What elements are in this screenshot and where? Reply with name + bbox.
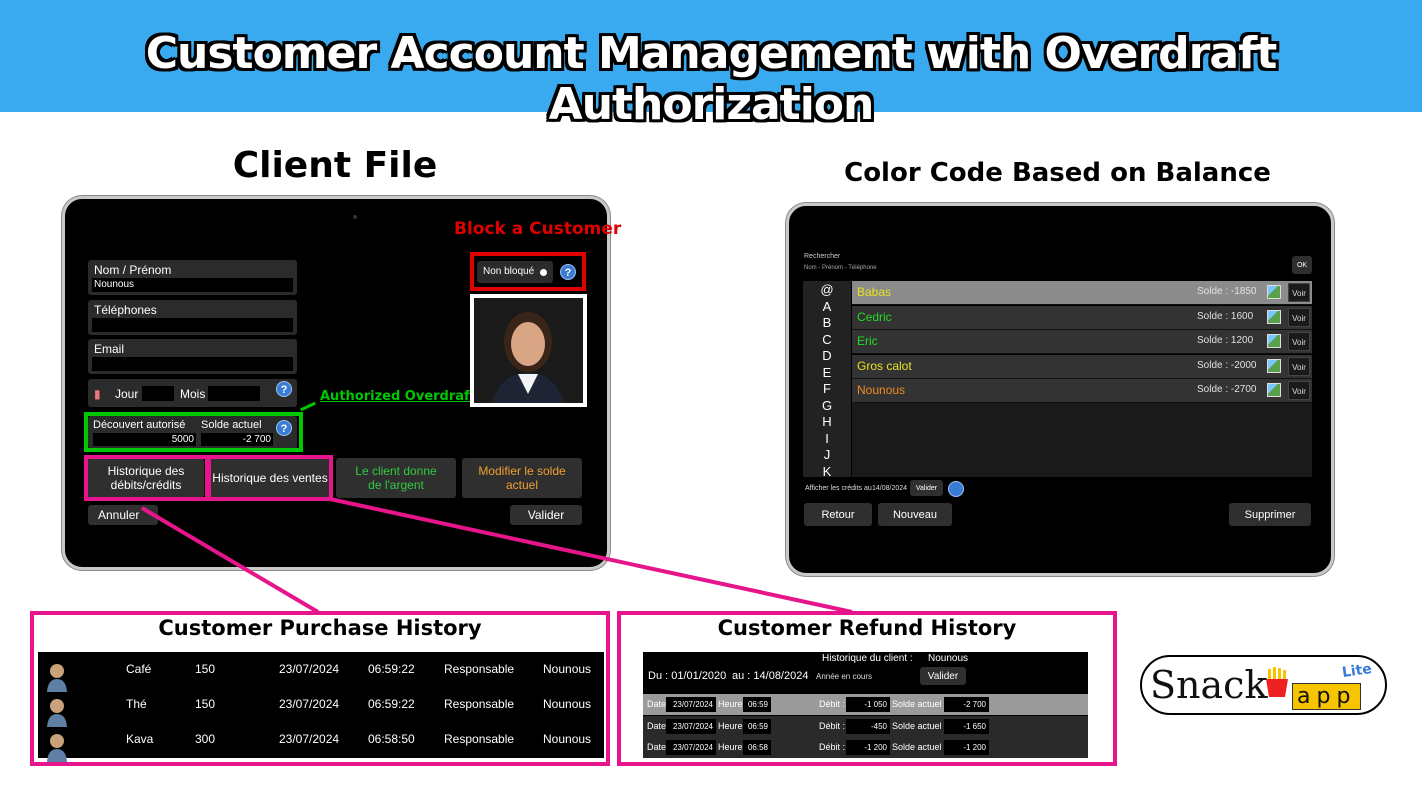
purchase-time: 06:59:22 (368, 662, 415, 676)
refund-debit: -450 (846, 718, 890, 734)
refund-validate-button[interactable]: Valider (920, 667, 966, 685)
refund-debit-label: Débit : (819, 742, 846, 752)
refund-time-label: Heure (718, 699, 743, 709)
snackapp-logo: Snack app Lite (1140, 655, 1387, 715)
purchase-role: Responsable (444, 662, 515, 676)
refund-debit: -1 050 (846, 697, 890, 712)
purchase-item: Thé (126, 697, 147, 711)
refund-time-label: Heure (718, 742, 743, 752)
refund-date: 23/07/2024 (666, 740, 716, 755)
refund-date: 23/07/2024 (666, 697, 716, 712)
refund-balance: -1 200 (944, 740, 989, 755)
purchase-client: Nounous (543, 732, 592, 746)
purchase-client: Nounous (543, 697, 592, 711)
refund-balance-label: Solde actuel : (892, 742, 947, 752)
refund-time: 06:59 (743, 718, 771, 734)
refund-title-label: Historique du client : (822, 653, 913, 664)
logo-lite-text: Lite (1341, 660, 1373, 682)
purchase-time: 06:58:50 (368, 732, 415, 746)
refund-date-label: Date (647, 699, 667, 709)
refund-date: 23/07/2024 (666, 718, 716, 734)
refund-time: 06:59 (743, 697, 771, 712)
refund-balance: -2 700 (944, 697, 989, 712)
purchase-role: Responsable (444, 697, 515, 711)
refund-debit-label: Débit : (819, 720, 846, 731)
purchase-role: Responsable (444, 732, 515, 746)
purchase-row[interactable]: Thé 150 23/07/2024 06:59:22 Responsable Nouno… (38, 687, 604, 727)
fries-icon (1264, 667, 1290, 697)
purchase-row[interactable]: Café 150 23/07/2024 06:59:22 Responsable Noun… (38, 652, 604, 692)
refund-year-select[interactable]: Année en cours (816, 672, 872, 681)
purchase-client: Nounous (543, 662, 592, 676)
purchase-date: 23/07/2024 (279, 662, 340, 676)
refund-balance-label: Solde actuel : (892, 699, 947, 709)
refund-time: 06:58 (743, 740, 771, 755)
refund-date-label: Date (647, 742, 667, 752)
purchase-item: Café (126, 662, 152, 676)
refund-from-date[interactable]: Du : 01/01/2020 (648, 670, 726, 682)
refund-balance: -1 650 (944, 718, 989, 734)
refund-row[interactable]: Date 23/07/2024 Heure 06:59 Débit : -450 Solde… (643, 715, 1088, 737)
refund-row[interactable]: Date 23/07/2024 Heure 06:59 Débit : -1 050 Sol… (643, 694, 1088, 715)
refund-time-label: Heure (718, 720, 743, 731)
purchase-date: 23/07/2024 (279, 697, 340, 711)
refund-debit: -1 200 (846, 740, 890, 755)
refund-balance-label: Solde actuel : (892, 720, 947, 731)
purchase-amount: 300 (195, 732, 216, 746)
purchase-amount: 150 (195, 662, 216, 676)
logo-snack-text: Snack (1150, 663, 1268, 707)
refund-to-date[interactable]: au : 14/08/2024 (732, 670, 808, 682)
refund-title-client: Nounous (928, 653, 969, 664)
refund-history-heading: Customer Refund History (717, 616, 1017, 640)
refund-date-label: Date (647, 720, 667, 731)
refund-row[interactable]: Date 23/07/2024 Heure 06:58 Débit : -1 200 Sol… (643, 737, 1088, 758)
purchase-history-heading: Customer Purchase History (158, 616, 482, 640)
purchase-amount: 150 (195, 697, 216, 711)
logo-app-text: app (1292, 683, 1362, 710)
purchase-row[interactable]: Kava 300 23/07/2024 06:58:50 Responsable Noun… (38, 722, 604, 762)
purchase-date: 23/07/2024 (279, 732, 340, 746)
purchase-time: 06:59:22 (368, 697, 415, 711)
purchase-item: Kava (126, 732, 154, 746)
user-avatar-icon (46, 732, 68, 762)
refund-debit-label: Débit : (819, 699, 846, 709)
